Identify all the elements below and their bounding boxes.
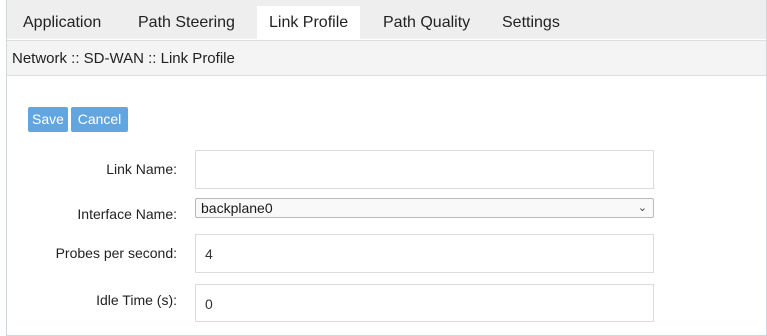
tab-path-steering[interactable]: Path Steering (126, 6, 247, 39)
cancel-button[interactable]: Cancel (71, 107, 128, 132)
interface-name-value: backplane0 (201, 200, 273, 216)
save-button[interactable]: Save (28, 107, 68, 132)
chevron-down-icon: ⌄ (637, 202, 647, 214)
interface-name-select[interactable]: backplane0 ⌄ (195, 198, 654, 218)
tab-settings[interactable]: Settings (490, 6, 572, 39)
tab-bar: Application Path Steering Link Profile P… (7, 0, 766, 39)
idle-time-label: Idle Time (s): (96, 292, 177, 308)
tab-link-profile[interactable]: Link Profile (257, 6, 361, 39)
link-name-input[interactable] (195, 150, 654, 189)
page-frame: Application Path Steering Link Profile P… (6, 0, 767, 336)
interface-name-label: Interface Name: (77, 206, 177, 222)
probes-per-second-input[interactable]: 4 (195, 234, 654, 273)
breadcrumb: Network :: SD-WAN :: Link Profile (7, 40, 766, 76)
tab-application[interactable]: Application (11, 6, 113, 39)
tab-path-quality[interactable]: Path Quality (371, 6, 482, 39)
idle-time-input[interactable]: 0 (195, 284, 654, 322)
probes-per-second-label: Probes per second: (55, 245, 177, 261)
breadcrumb-text: Network :: SD-WAN :: Link Profile (12, 50, 235, 67)
link-name-label: Link Name: (106, 161, 177, 177)
